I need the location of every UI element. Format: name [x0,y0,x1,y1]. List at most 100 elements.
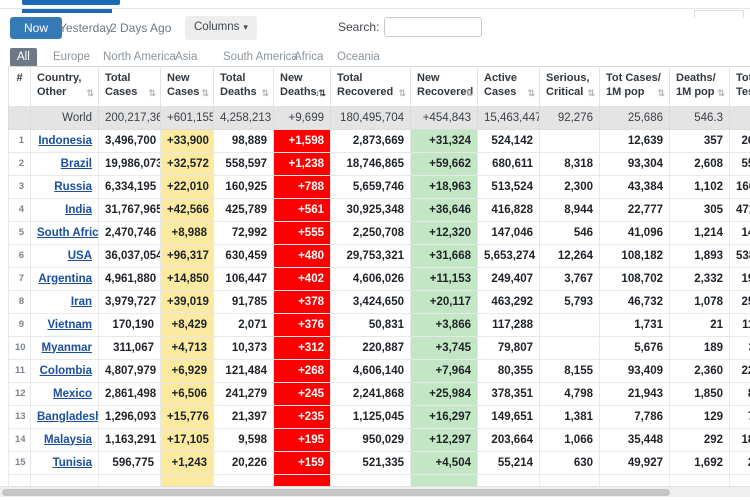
cell-active-cases: 680,611 [477,151,540,176]
continent-tab-asia[interactable]: Asia [168,48,204,67]
country-link[interactable]: Malaysia [44,434,92,446]
sort-indicator-icon[interactable]: ⇅ [201,88,208,99]
country-link[interactable]: Russia [54,181,92,193]
cell-deaths-per-1m: 1,102 [669,174,730,199]
cell-new-recovered: +454,843 [410,105,478,130]
column-header-active-cases[interactable]: Active Cases ⇅ [477,66,540,107]
column-header-new-cases[interactable]: New Cases ⇅ [160,66,214,107]
column-header-line1: Deaths/ [676,72,716,84]
cell-total-cases: 31,767,965 [98,197,161,222]
cell-rank: 14 [8,427,31,452]
column-header-deaths-per-1m[interactable]: Deaths/1M pop ⇅ [669,66,730,107]
cell-total-tests: 7,899,169 [729,404,750,429]
column-header-total-recovered[interactable]: Total Recovered ⇅ [330,66,411,107]
cell-empty [330,473,411,486]
search-area: Search: [338,17,483,37]
cell-serious-critical: 8,318 [539,151,600,176]
table-row: 14 Malaysia 1,163,291 +17,105 9,598 +195 950,0… [8,427,750,452]
top-tab-indicator-primary[interactable] [22,0,120,5]
country-link[interactable]: Colombia [40,365,92,377]
cell-total-tests: 538,763,442 [729,243,750,268]
covid-stats-page: Now Yesterday 2 Days Ago Columns ▾ Search… [0,0,750,500]
cell-rank: 6 [8,243,31,268]
cell-new-recovered: +18,963 [410,174,478,199]
column-header-new-recovered[interactable]: New Recovered ⇅ [410,66,478,107]
cell-new-cases: +601,155 [160,105,214,130]
column-header-total-deaths[interactable]: Total Deaths ⇅ [213,66,274,107]
table-scroll-container[interactable]: # Country, Other ⇅ Total Cases ⇅ New Cases ⇅ Total… [8,66,750,486]
country-link[interactable]: Bangladesh [37,411,98,423]
sort-indicator-icon[interactable]: ⇅ [527,88,534,99]
column-header-serious-critical[interactable]: Serious, Critical ⇅ [539,66,600,107]
sort-indicator-icon[interactable]: ⇅ [261,88,268,99]
cell-rank: 12 [8,381,31,406]
column-header-line2: Recovered [417,85,474,98]
cell-cases-per-1m: 35,448 [599,427,670,452]
two-days-ago-button[interactable]: 2 Days Ago [104,17,177,39]
cell-empty [539,473,600,486]
column-header-country[interactable]: Country, Other ⇅ [30,66,99,107]
cell-total-deaths: 72,992 [213,220,274,245]
horizontal-scrollbar-thumb[interactable] [2,489,670,496]
sort-indicator-icon[interactable]: ⇅ [717,88,724,99]
cell-total-deaths: 121,484 [213,358,274,383]
columns-dropdown-button[interactable]: Columns ▾ [185,16,257,40]
sort-indicator-icon[interactable]: ⇅ [86,88,93,99]
cell-active-cases: 524,142 [477,128,540,153]
country-link[interactable]: India [65,204,92,216]
sort-indicator-icon[interactable]: ⇅ [148,88,155,99]
column-header-total-cases[interactable]: Total Cases ⇅ [98,66,161,107]
country-link[interactable]: Brazil [61,158,92,170]
cell-new-deaths: +555 [273,220,331,245]
cell-new-recovered: +25,984 [410,381,478,406]
cell-cases-per-1m: 93,409 [599,358,670,383]
column-header-total-tests[interactable]: TotalTests⇅ [729,66,750,107]
cell-deaths-per-1m: 189 [669,335,730,360]
country-link[interactable]: Mexico [53,388,92,400]
cell-new-cases: +6,929 [160,358,214,383]
sort-indicator-icon[interactable]: ⇅ [465,88,472,99]
column-header-line2: Deaths [220,85,257,98]
country-link[interactable]: South Africa [37,227,98,239]
cell-total-recovered: 3,424,650 [330,289,411,314]
cell-deaths-per-1m: 1,078 [669,289,730,314]
table-row: 4 India 31,767,965 +42,566 425,789 +561 30,925… [8,197,750,222]
continent-tab-europe[interactable]: Europe [46,48,97,67]
cell-new-cases: +42,566 [160,197,214,222]
continent-tab-all[interactable]: All [10,48,37,67]
country-link[interactable]: Myanmar [42,342,93,354]
sort-indicator-icon[interactable]: ↓⇅ [315,88,326,99]
country-link[interactable]: Indonesia [38,135,92,147]
cell-total-cases: 4,807,979 [98,358,161,383]
cell-total-recovered: 2,873,669 [330,128,411,153]
country-link[interactable]: Iran [71,296,92,308]
cell-total-cases: 19,986,073 [98,151,161,176]
cell-total-recovered: 2,250,708 [330,220,411,245]
country-link[interactable]: Tunisia [53,457,92,469]
cell-rank: 11 [8,358,31,383]
horizontal-scrollbar-track[interactable] [0,486,750,497]
cell-empty [30,473,99,486]
cell-deaths-per-1m: 2,332 [669,266,730,291]
cell-total-tests: 22,704,369 [729,358,750,383]
column-header-rank[interactable]: # [8,66,31,107]
country-link[interactable]: Vietnam [47,319,92,331]
cell-cases-per-1m: 25,686 [599,105,670,130]
search-input[interactable] [384,17,483,37]
cell-total-cases: 200,217,364 [98,105,161,130]
country-link[interactable]: Argentina [38,273,92,285]
table-row: 5 South Africa 2,470,746 +8,988 72,992 +555 2,… [8,220,750,245]
cell-new-deaths: +788 [273,174,331,199]
column-header-cases-per-1m[interactable]: Tot Cases/1M pop ⇅ [599,66,670,107]
sort-indicator-icon[interactable]: ⇅ [398,88,405,99]
sort-indicator-icon[interactable]: ⇅ [587,88,594,99]
continent-tab-africa[interactable]: Africa [287,48,330,67]
cell-total-recovered: 180,495,704 [330,105,411,130]
country-link[interactable]: USA [68,250,92,262]
cell-deaths-per-1m: 357 [669,128,730,153]
column-header-line2: 1M pop [606,85,645,98]
sort-indicator-icon[interactable]: ⇅ [657,88,664,99]
cell-serious-critical: 4,798 [539,381,600,406]
continent-tab-oceania[interactable]: Oceania [330,48,387,67]
column-header-new-deaths[interactable]: New Deaths ↓⇅ [273,66,331,107]
